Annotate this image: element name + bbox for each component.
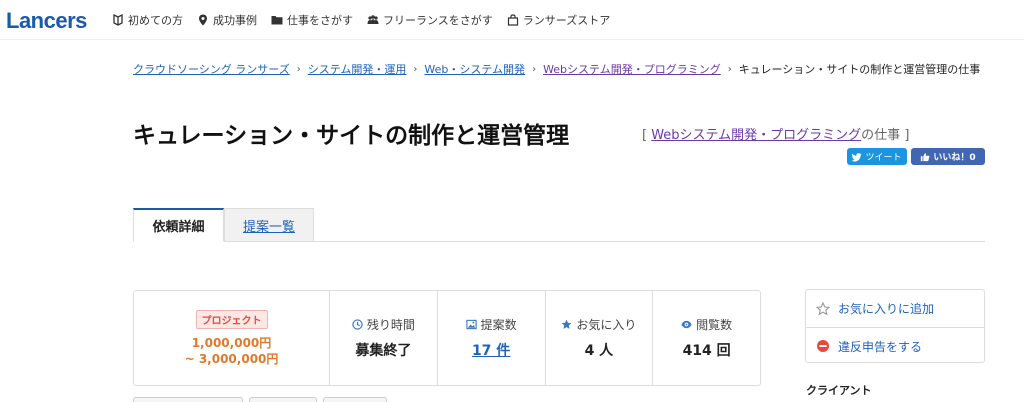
category-suffix: の仕事 xyxy=(861,128,901,143)
site-header: Lancers 初めての方 成功事例 仕事をさがす フリーランスをさがす ランサ… xyxy=(0,0,1024,40)
add-favorite-button[interactable]: お気に入りに追加 xyxy=(806,290,984,327)
nav-find-jobs[interactable]: 仕事をさがす xyxy=(271,12,353,28)
favorites-label: お気に入り xyxy=(576,318,637,332)
category-close-bracket: ] xyxy=(904,128,910,143)
lancers-logo[interactable]: Lancers xyxy=(6,8,87,34)
clock-icon xyxy=(352,319,363,330)
breadcrumb-separator-icon: › xyxy=(532,63,537,75)
tweet-label: ツイート xyxy=(865,153,902,163)
budget-min: 1,000,000円 xyxy=(191,335,272,350)
tab-proposal-list[interactable]: 提案一覧 xyxy=(224,208,314,242)
proposal-count-link[interactable]: 17 件 xyxy=(472,340,510,360)
breadcrumb-current: キュレーション・サイトの制作と運営管理の仕事 xyxy=(738,63,981,76)
tag-chips-partial xyxy=(133,397,393,402)
job-category: [ Webシステム開発・プログラミングの仕事 ] xyxy=(642,124,909,143)
star-outline-icon xyxy=(816,301,830,316)
page-title: キュレーション・サイトの制作と運営管理 xyxy=(133,123,570,149)
views-label: 閲覧数 xyxy=(696,318,733,332)
folder-icon xyxy=(271,16,283,25)
favorites-value: 4 人 xyxy=(584,343,614,359)
job-stats-panel: プロジェクト 1,000,000円 ~ 3,000,000円 残り時間 募集終了… xyxy=(133,290,761,386)
nav-lancers-store[interactable]: ランサーズストア xyxy=(507,12,610,28)
add-favorite-label: お気に入りに追加 xyxy=(838,302,935,316)
nav-find-jobs-label: 仕事をさがす xyxy=(287,14,353,27)
tweet-button[interactable]: ツイート xyxy=(847,148,907,165)
prohibited-icon xyxy=(817,340,829,352)
breadcrumb-link-home[interactable]: クラウドソーシング ランサーズ xyxy=(133,61,290,77)
like-label: いいね！0 xyxy=(933,153,976,163)
nav-beginner[interactable]: 初めての方 xyxy=(112,12,183,28)
thumbs-up-icon xyxy=(921,152,930,161)
nav-find-freelancers-label: フリーランスをさがす xyxy=(383,14,493,27)
nav-find-freelancers[interactable]: フリーランスをさがす xyxy=(367,12,493,28)
tag-chip xyxy=(133,397,243,402)
global-nav: 初めての方 成功事例 仕事をさがす フリーランスをさがす ランサーズストア xyxy=(112,12,624,28)
people-icon xyxy=(367,15,379,24)
store-bag-icon xyxy=(507,14,518,26)
views-stat: 閲覧数 414 回 xyxy=(653,291,760,385)
breadcrumb-link-system-dev[interactable]: システム開発・運用 xyxy=(308,61,407,77)
project-type-badge: プロジェクト xyxy=(195,309,268,329)
twitter-bird-icon xyxy=(852,152,863,161)
report-violation-label: 違反申告をする xyxy=(838,339,923,354)
proposal-count-stat: 提案数 17 件 xyxy=(438,291,546,385)
views-value: 414 回 xyxy=(682,343,731,359)
remaining-time-stat: 残り時間 募集終了 xyxy=(330,291,438,385)
tag-chip xyxy=(323,397,387,402)
proposal-count-label: 提案数 xyxy=(480,318,517,332)
category-link[interactable]: Webシステム開発・プログラミング xyxy=(651,128,861,143)
breadcrumb-separator-icon: › xyxy=(727,63,732,75)
image-icon xyxy=(465,319,477,330)
category-open-bracket: [ xyxy=(642,128,648,143)
breadcrumb-link-programming[interactable]: Webシステム開発・プログラミング xyxy=(543,61,721,77)
star-icon xyxy=(561,319,572,329)
remaining-time-label: 残り時間 xyxy=(366,318,415,332)
nav-store-label: ランサーズストア xyxy=(522,14,611,27)
report-violation-button[interactable]: 違反申告をする xyxy=(806,327,984,364)
nav-beginner-label: 初めての方 xyxy=(128,14,183,27)
breadcrumb-link-web-system[interactable]: Web・システム開発 xyxy=(424,61,525,77)
eye-icon xyxy=(681,320,692,329)
breadcrumb: クラウドソーシング ランサーズ › システム開発・運用 › Web・システム開発… xyxy=(133,61,980,77)
client-section-heading: クライアント xyxy=(806,384,872,397)
remaining-time-value: 募集終了 xyxy=(355,343,412,359)
nav-success-stories[interactable]: 成功事例 xyxy=(197,12,257,28)
facebook-like-button[interactable]: いいね！0 xyxy=(911,148,985,165)
tag-chip xyxy=(249,397,317,402)
nav-success-label: 成功事例 xyxy=(213,14,257,27)
beginner-mark-icon xyxy=(113,14,123,26)
side-actions: お気に入りに追加 違反申告をする xyxy=(805,289,985,363)
favorites-stat: お気に入り 4 人 xyxy=(546,291,654,385)
budget-section: プロジェクト 1,000,000円 ~ 3,000,000円 xyxy=(134,291,330,385)
breadcrumb-separator-icon: › xyxy=(413,63,418,75)
budget-max: ~ 3,000,000円 xyxy=(184,351,279,366)
breadcrumb-separator-icon: › xyxy=(296,63,301,75)
map-pin-icon xyxy=(199,14,207,26)
tab-job-detail[interactable]: 依頼詳細 xyxy=(133,208,224,242)
